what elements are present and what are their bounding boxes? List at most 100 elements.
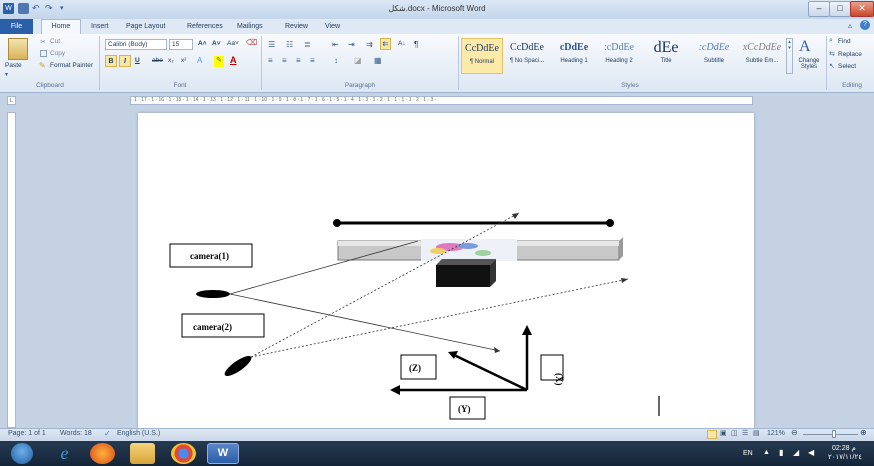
shrink-font-button[interactable]: A˅ xyxy=(212,40,221,47)
draft-view-icon[interactable]: ▤ xyxy=(753,429,760,437)
clock-time[interactable]: 02:28 م xyxy=(832,444,856,452)
help-icon[interactable]: ? xyxy=(860,20,870,30)
zoom-out-icon[interactable]: ⊖ xyxy=(791,428,798,437)
bold-button[interactable]: B xyxy=(105,55,117,67)
italic-button[interactable]: I xyxy=(119,55,131,67)
zoom-slider-track[interactable] xyxy=(803,434,858,435)
select-icon[interactable]: ↖ xyxy=(829,62,835,70)
cut-icon[interactable]: ✂ xyxy=(40,38,46,46)
full-screen-view-icon[interactable]: ▣ xyxy=(720,429,727,437)
shading-icon[interactable]: ◪ xyxy=(354,56,362,65)
numbering-icon[interactable]: ☷ xyxy=(286,40,293,49)
clear-formatting-icon[interactable]: ⌫ xyxy=(246,38,257,47)
replace-button[interactable]: Replace xyxy=(838,51,862,58)
clock-date[interactable]: ٢٠١٧/١١/٢٤ xyxy=(828,453,862,461)
multilevel-list-icon[interactable]: ≣ xyxy=(304,40,311,49)
outline-view-icon[interactable]: ☰ xyxy=(742,429,748,437)
tab-selector[interactable]: L xyxy=(7,96,16,105)
volume-icon[interactable]: ◀ xyxy=(808,448,814,457)
paste-dropdown-icon[interactable]: ▾ xyxy=(5,71,8,78)
find-icon[interactable]: ⌕ xyxy=(829,37,833,45)
zoom-in-icon[interactable]: ⊕ xyxy=(860,428,867,437)
word-count[interactable]: Words: 18 xyxy=(60,430,92,437)
superscript-button[interactable]: x² xyxy=(181,57,186,64)
firefox-icon[interactable] xyxy=(90,443,115,464)
font-name-select[interactable]: Calibri (Body) xyxy=(105,39,167,50)
increase-indent-icon[interactable]: ⇥ xyxy=(348,40,355,49)
ribbon-minimize-icon[interactable]: ▵ xyxy=(848,21,852,30)
copy-icon[interactable] xyxy=(40,50,47,57)
change-styles-button[interactable]: Change Styles xyxy=(796,58,822,70)
internet-explorer-icon[interactable]: e xyxy=(52,443,77,464)
select-button[interactable]: Select xyxy=(838,63,856,70)
print-layout-view-icon[interactable] xyxy=(707,430,717,439)
font-size-select[interactable]: 15 xyxy=(169,39,193,50)
document-page[interactable]: camera(1) camera(2) (Z) (Y) (X) xyxy=(138,113,754,428)
horizontal-ruler[interactable]: · 1 · 17 · 1 · 16 · 1 · 15 · 1 · 14 · 1 … xyxy=(130,96,753,105)
justify-icon[interactable]: ≡ xyxy=(310,56,315,65)
format-painter-icon[interactable]: ✎ xyxy=(39,61,46,70)
paste-button[interactable]: Paste xyxy=(5,62,22,69)
page-count[interactable]: Page: 1 of 1 xyxy=(8,430,46,437)
file-explorer-icon[interactable] xyxy=(130,443,155,464)
style-subtitle[interactable]: :cDdEe Subtitle xyxy=(692,38,736,74)
proofing-icon[interactable]: ✓ xyxy=(104,429,111,438)
tab-page-layout[interactable]: Page Layout xyxy=(126,21,165,33)
minimize-button[interactable]: – xyxy=(808,1,830,17)
align-right-icon[interactable]: ≡ xyxy=(296,56,301,65)
style-normal[interactable]: CcDdEe ¶ Normal xyxy=(461,38,503,74)
tab-references[interactable]: References xyxy=(187,21,223,33)
rtl-icon[interactable]: ⇇ xyxy=(380,38,391,50)
style-heading-1[interactable]: cDdEe Heading 1 xyxy=(553,38,595,74)
style-no-spacing[interactable]: CcDdEe ¶ No Spaci... xyxy=(505,38,549,74)
style-heading-2[interactable]: :cDdEe Heading 2 xyxy=(598,38,640,74)
maximize-button[interactable]: □ xyxy=(829,1,851,17)
change-styles-icon[interactable]: A xyxy=(799,38,811,56)
grow-font-button[interactable]: A˄ xyxy=(198,40,207,47)
figure-canvas[interactable]: camera(1) camera(2) (Z) (Y) (X) xyxy=(138,113,754,428)
show-formatting-button[interactable]: ¶ xyxy=(414,40,418,49)
font-color-icon[interactable]: A xyxy=(230,55,237,65)
language-indicator[interactable]: English (U.S.) xyxy=(117,430,160,437)
style-title[interactable]: dEe Title xyxy=(644,38,688,74)
zoom-slider-thumb[interactable] xyxy=(832,430,836,438)
tab-review[interactable]: Review xyxy=(285,21,308,33)
input-language[interactable]: EN xyxy=(743,450,753,457)
format-painter-button[interactable]: Format Painter xyxy=(50,62,93,69)
copy-button[interactable]: Copy xyxy=(50,50,65,57)
zoom-level[interactable]: 121% xyxy=(767,430,785,437)
tab-insert[interactable]: Insert xyxy=(91,21,109,33)
chrome-icon[interactable] xyxy=(171,443,196,464)
strikethrough-button[interactable]: abe xyxy=(152,57,163,64)
replace-icon[interactable]: ⇆ xyxy=(829,50,835,58)
line-spacing-icon[interactable]: ↕ xyxy=(334,56,338,65)
word-taskbar-icon[interactable]: W xyxy=(207,443,239,464)
find-button[interactable]: Find xyxy=(838,38,851,45)
ltr-icon[interactable]: ⇉ xyxy=(366,40,373,49)
align-left-icon[interactable]: ≡ xyxy=(268,56,273,65)
subscript-button[interactable]: x₂ xyxy=(168,57,174,64)
text-effects-icon[interactable]: A xyxy=(197,56,202,65)
sort-button[interactable]: A↓ xyxy=(398,40,406,47)
vertical-ruler[interactable] xyxy=(7,112,16,428)
styles-scroll[interactable]: ▴ ▾ xyxy=(786,38,793,74)
start-button-icon[interactable] xyxy=(11,443,33,464)
change-case-button[interactable]: Aa˅ xyxy=(227,40,239,47)
close-button[interactable]: ✕ xyxy=(850,1,874,17)
highlight-icon[interactable]: ✎ xyxy=(214,56,224,67)
cut-button[interactable]: Cut xyxy=(50,38,60,45)
underline-button[interactable]: U xyxy=(135,57,140,64)
bullets-icon[interactable]: ☰ xyxy=(268,40,275,49)
web-layout-view-icon[interactable]: ◫ xyxy=(731,429,738,437)
tab-file[interactable]: File xyxy=(0,19,33,34)
tab-mailings[interactable]: Mailings xyxy=(237,21,263,33)
show-hidden-icons-icon[interactable]: ▲ xyxy=(763,449,770,456)
align-center-icon[interactable]: ≡ xyxy=(282,56,287,65)
tab-view[interactable]: View xyxy=(325,21,340,33)
paste-icon[interactable] xyxy=(8,38,28,60)
battery-icon[interactable]: ▮ xyxy=(779,448,783,457)
borders-icon[interactable]: ▦ xyxy=(374,56,382,65)
decrease-indent-icon[interactable]: ⇤ xyxy=(332,40,339,49)
tab-home[interactable]: Home xyxy=(41,19,81,34)
network-signal-icon[interactable]: ◢ xyxy=(793,448,799,457)
